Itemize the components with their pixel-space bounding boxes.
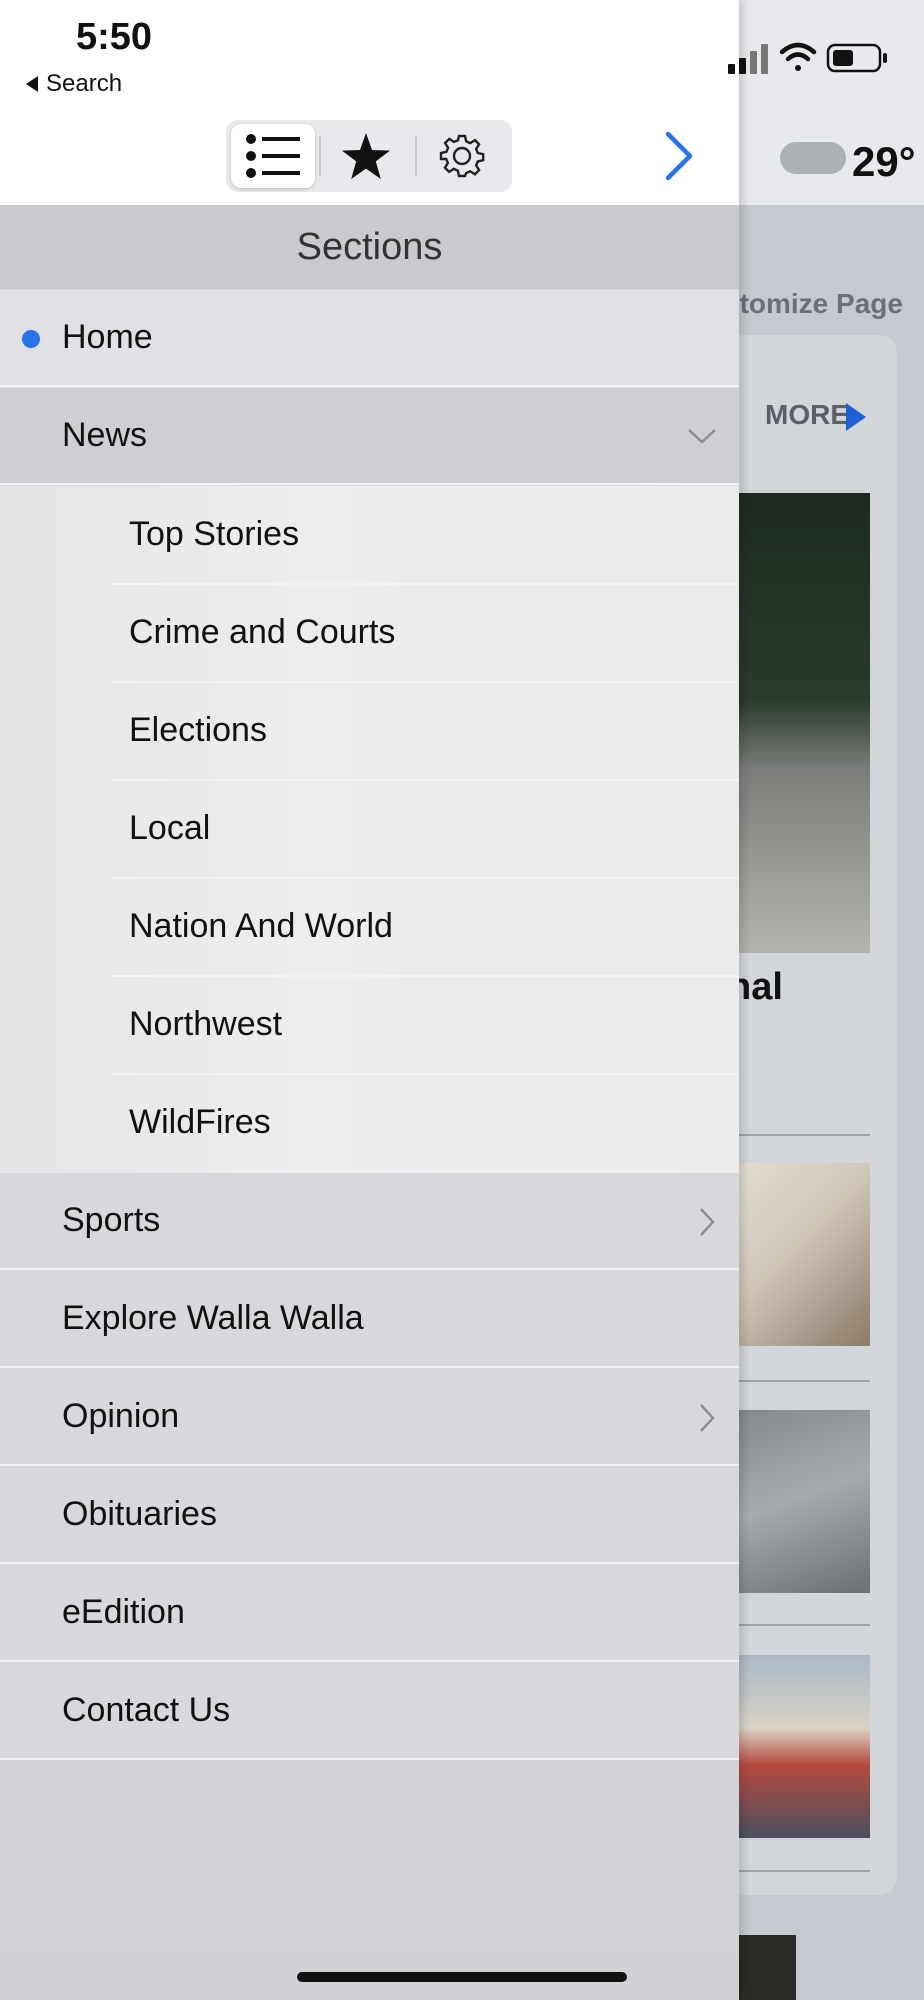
wifi-icon [779,42,817,71]
sidebar-subitem-label: Nation And World [129,907,393,945]
sidebar-subitem-label: Northwest [129,1005,283,1043]
sidebar-subitem-crime-and-courts[interactable]: Crime and Courts [0,584,739,681]
sidebar-item-obituaries[interactable]: Obituaries [0,1467,739,1564]
customize-page-link[interactable]: stomize Page [724,288,903,320]
back-triangle-icon [26,76,38,92]
selected-indicator-dot [22,330,40,348]
tab-sections[interactable] [231,124,315,188]
temperature-label: 29° [852,138,916,185]
weather-cloud-icon [780,142,846,174]
back-to-search-button[interactable]: Search [26,70,122,98]
sidebar-subitem-local[interactable]: Local [0,780,739,877]
sidebar-item-label: Opinion [62,1397,180,1435]
chevron-down-icon [688,429,716,444]
sidebar-item-label: Sports [62,1201,161,1239]
sidebar-subitem-top-stories[interactable]: Top Stories [0,486,739,583]
sidebar-item-opinion[interactable]: Opinion [0,1369,739,1466]
sections-drawer: 5:50 Search Sections Home News Top Stori… [0,0,739,2000]
sidebar-item-label: eEdition [62,1593,185,1631]
sidebar-subitem-northwest[interactable]: Northwest [0,976,739,1073]
tab-settings[interactable] [416,124,508,188]
sidebar-subitem-label: Local [129,809,211,847]
forward-button[interactable] [660,130,696,187]
more-arrow-icon [846,403,866,431]
status-icons [728,42,887,74]
sections-title: Sections [296,225,443,268]
sidebar-subitem-label: Crime and Courts [129,613,396,651]
cellular-signal-icon [728,44,768,74]
home-indicator[interactable] [297,1972,627,1982]
sections-header: Sections [0,205,739,289]
sidebar-subitem-elections[interactable]: Elections [0,682,739,779]
drawer-segmented-control [226,120,512,192]
sidebar-item-news[interactable]: News [0,388,739,485]
sidebar-item-home[interactable]: Home [0,290,739,387]
more-link[interactable]: MORE [765,399,849,431]
sidebar-subitem-label: WildFires [129,1103,271,1141]
sidebar-item-label: News [62,416,148,454]
sidebar-item-sports[interactable]: Sports [0,1173,739,1270]
chevron-right-icon [700,1208,715,1236]
sidebar-item-contact-us[interactable]: Contact Us [0,1663,739,1760]
news-subsections: Top Stories Crime and Courts Elections L… [0,486,739,1173]
tab-favorites[interactable] [320,124,412,188]
chevron-right-icon [700,1404,715,1432]
sidebar-item-label: Obituaries [62,1495,217,1533]
star-icon [342,133,390,179]
back-to-search-label: Search [46,70,123,97]
list-icon [246,134,300,178]
sidebar-item-label: Home [62,318,153,356]
chevron-right-icon [665,131,693,181]
sidebar-item-label: Contact Us [62,1691,231,1729]
sidebar-item-eedition[interactable]: eEdition [0,1565,739,1662]
sidebar-item-label: Explore Walla Walla [62,1299,364,1337]
sidebar-subitem-label: Elections [129,711,267,749]
battery-icon [826,43,887,73]
clock: 5:50 [76,16,153,58]
sidebar-subitem-label: Top Stories [129,515,300,553]
sidebar-item-explore-walla-walla[interactable]: Explore Walla Walla [0,1271,739,1368]
gear-icon [439,134,485,178]
sidebar-subitem-nation-and-world[interactable]: Nation And World [0,878,739,975]
sidebar-subitem-wildfires[interactable]: WildFires [0,1074,739,1171]
